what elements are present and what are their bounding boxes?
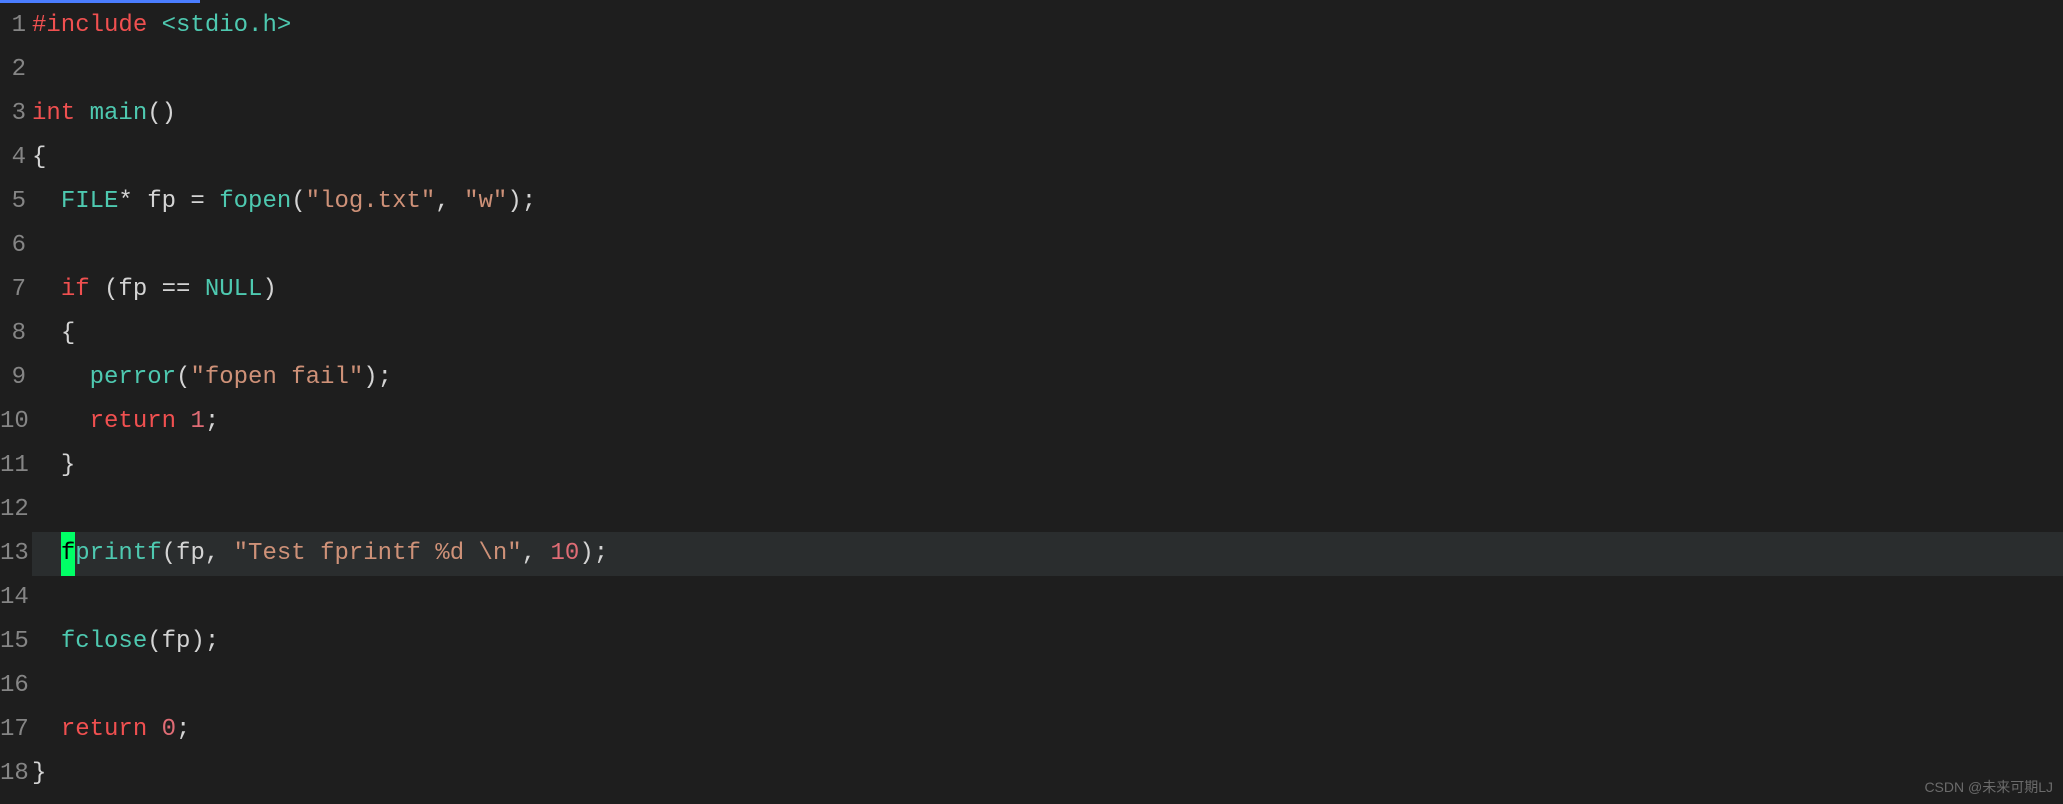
code-line[interactable]: FILE* fp = fopen("log.txt", "w");: [32, 180, 2063, 224]
line-number: 18: [0, 752, 26, 796]
punct-token: (: [176, 364, 190, 391]
number-token: 1: [190, 408, 204, 435]
function-name: fopen: [219, 188, 291, 215]
string-token: "Test fprintf %d \n": [234, 540, 522, 567]
space: [147, 12, 161, 39]
punct-token: );: [363, 364, 392, 391]
indent: [32, 452, 61, 479]
function-name: perror: [90, 364, 176, 391]
space: [176, 408, 190, 435]
top-accent-bar: [0, 0, 200, 3]
code-line[interactable]: [32, 48, 2063, 92]
function-name: main: [90, 100, 148, 127]
watermark-text: CSDN @未来可期LJ: [1924, 778, 2053, 798]
ident-token: * fp =: [118, 188, 219, 215]
code-line[interactable]: [32, 576, 2063, 620]
ident-token: (fp,: [162, 540, 234, 567]
code-line[interactable]: [32, 664, 2063, 708]
line-number: 13: [0, 532, 26, 576]
line-number: 7: [0, 268, 26, 312]
code-area[interactable]: #include <stdio.h> int main() { FILE* fp…: [32, 4, 2063, 804]
string-token: "log.txt": [306, 188, 436, 215]
preproc-token: #include: [32, 12, 147, 39]
line-number: 2: [0, 48, 26, 92]
punct-token: ,: [435, 188, 464, 215]
brace-token: {: [61, 320, 75, 347]
code-line[interactable]: {: [32, 136, 2063, 180]
text-cursor: f: [61, 532, 75, 576]
brace-token: }: [32, 760, 46, 787]
space: [147, 716, 161, 743]
keyword-token: return: [90, 408, 176, 435]
line-number: 8: [0, 312, 26, 356]
code-line[interactable]: int main(): [32, 92, 2063, 136]
code-line[interactable]: }: [32, 752, 2063, 796]
punct-token: ;: [205, 408, 219, 435]
punct-token: ,: [522, 540, 551, 567]
line-number: 14: [0, 576, 26, 620]
punct-token: );: [579, 540, 608, 567]
string-token: "w": [464, 188, 507, 215]
brace-token: }: [61, 452, 75, 479]
keyword-token: if: [61, 276, 90, 303]
line-number: 6: [0, 224, 26, 268]
macro-token: NULL: [205, 276, 263, 303]
string-token: "fopen fail": [190, 364, 363, 391]
line-number: 17: [0, 708, 26, 752]
code-line[interactable]: return 1;: [32, 400, 2063, 444]
indent: [32, 320, 61, 347]
punct-token: (fp);: [147, 628, 219, 655]
line-number: 1: [0, 4, 26, 48]
code-line[interactable]: {: [32, 312, 2063, 356]
number-token: 0: [162, 716, 176, 743]
line-number: 4: [0, 136, 26, 180]
code-editor: 1 2 3 4 5 6 7 8 9 10 11 12 13 14 15 16 1…: [0, 0, 2063, 804]
brace-token: {: [32, 144, 46, 171]
line-number: 16: [0, 664, 26, 708]
code-line[interactable]: [32, 224, 2063, 268]
function-name: fclose: [61, 628, 147, 655]
keyword-token: int: [32, 100, 75, 127]
type-token: FILE: [61, 188, 119, 215]
indent: [32, 188, 61, 215]
punct-token: );: [507, 188, 536, 215]
ident-token: (fp ==: [90, 276, 205, 303]
line-number: 9: [0, 356, 26, 400]
indent: [32, 628, 61, 655]
line-number: 12: [0, 488, 26, 532]
space: [75, 100, 89, 127]
punct-token: (: [291, 188, 305, 215]
include-header: <stdio.h>: [162, 12, 292, 39]
code-line-current[interactable]: fprintf(fp, "Test fprintf %d \n", 10);: [32, 532, 2063, 576]
code-line[interactable]: [32, 488, 2063, 532]
code-line[interactable]: if (fp == NULL): [32, 268, 2063, 312]
line-number: 15: [0, 620, 26, 664]
code-line[interactable]: perror("fopen fail");: [32, 356, 2063, 400]
line-number: 5: [0, 180, 26, 224]
line-number: 3: [0, 92, 26, 136]
indent: [32, 408, 90, 435]
function-name: printf: [75, 540, 161, 567]
punct-token: ): [262, 276, 276, 303]
number-token: 10: [551, 540, 580, 567]
indent: [32, 364, 90, 391]
code-line[interactable]: }: [32, 444, 2063, 488]
punct-token: (): [147, 100, 176, 127]
line-number: 11: [0, 444, 26, 488]
indent: [32, 276, 61, 303]
punct-token: ;: [176, 716, 190, 743]
code-line[interactable]: fclose(fp);: [32, 620, 2063, 664]
indent: [32, 716, 61, 743]
indent: [32, 540, 61, 567]
keyword-token: return: [61, 716, 147, 743]
code-line[interactable]: #include <stdio.h>: [32, 4, 2063, 48]
line-number: 10: [0, 400, 26, 444]
code-line[interactable]: return 0;: [32, 708, 2063, 752]
line-number-gutter: 1 2 3 4 5 6 7 8 9 10 11 12 13 14 15 16 1…: [0, 4, 32, 804]
